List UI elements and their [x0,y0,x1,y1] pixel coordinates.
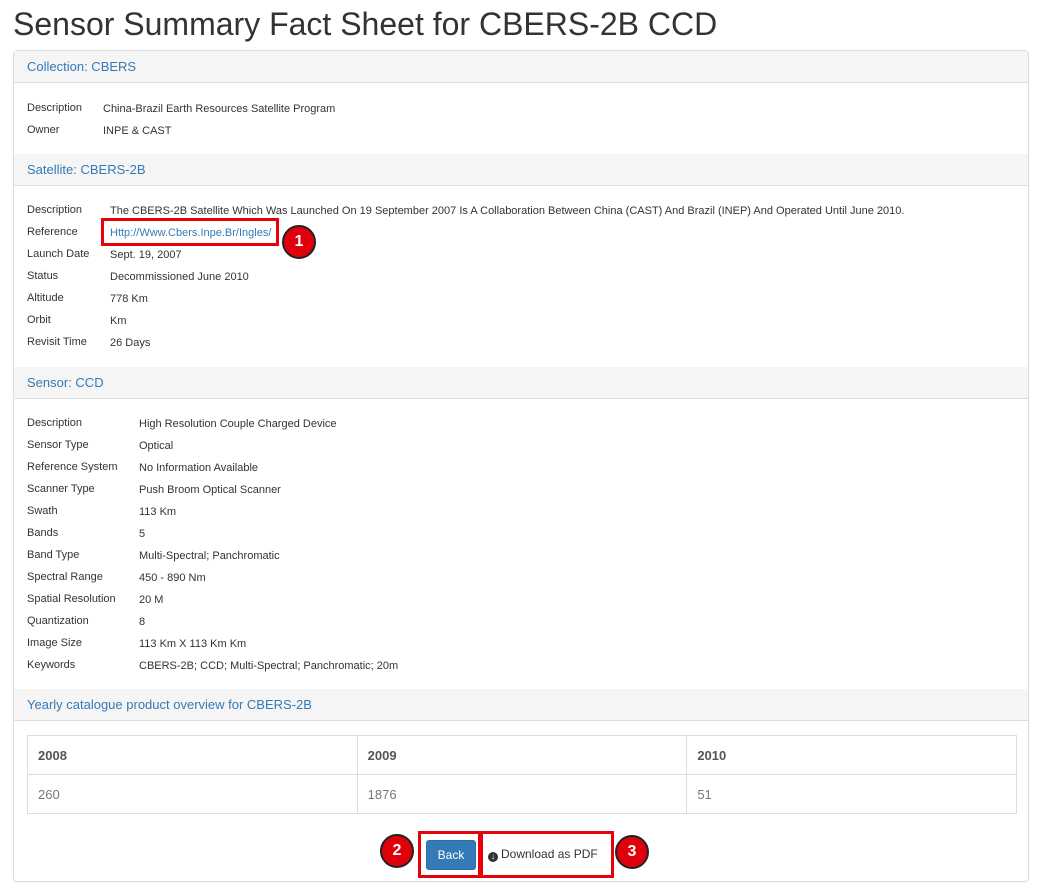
fact-sheet-panel: Collection: CBERS Description China-Braz… [13,50,1029,882]
row-value: 113 Km X 113 Km Km [139,638,247,650]
row-label: Swath [27,505,58,517]
table-header-cell: 2008 [27,735,358,775]
row-label: Band Type [27,549,80,561]
row-value: INPE & CAST [103,125,172,137]
row-label: Spectral Range [27,571,103,583]
row-label: Status [27,270,59,282]
yearly-overview-heading: Yearly catalogue product overview for CB… [14,689,1028,721]
page-title: Sensor Summary Fact Sheet for CBERS-2B C… [13,6,718,42]
row-value: China-Brazil Earth Resources Satellite P… [103,103,336,115]
row-value: Km [110,315,127,327]
row-value: 20 M [139,594,164,606]
row-label: Reference System [27,461,118,473]
row-label: Altitude [27,292,64,304]
row-label: Scanner Type [27,483,95,495]
row-value: High Resolution Couple Charged Device [139,418,337,430]
row-value: Decommissioned June 2010 [110,271,249,283]
row-value: Multi-Spectral; Panchromatic [139,550,280,562]
satellite-heading: Satellite: CBERS-2B [14,154,1028,186]
collection-heading: Collection: CBERS [14,51,1028,83]
row-label: Owner [27,124,60,136]
row-label: Image Size [27,637,83,649]
row-label: Bands [27,527,59,539]
row-label: Keywords [27,659,76,671]
row-label: Spatial Resolution [27,593,116,605]
table-cell: 260 [27,774,358,814]
row-value: 5 [139,528,146,540]
row-label: Description [27,417,83,429]
annotation-box-back [418,831,481,878]
sensor-heading: Sensor: CCD [14,367,1028,399]
row-value: CBERS-2B; CCD; Multi-Spectral; Panchroma… [139,660,399,672]
row-label: Description [27,204,83,216]
row-label: Reference [27,226,78,238]
table-header-cell: 2009 [356,735,688,775]
row-value: 8 [139,616,146,628]
yearly-overview-table: 2008 2009 2010 260 1876 51 [27,735,1017,814]
row-label: Revisit Time [27,336,87,348]
annotation-badge-3: 3 [615,835,649,869]
table-row: 260 1876 51 [27,774,1017,814]
row-value: 113 Km [139,506,177,518]
row-value: Push Broom Optical Scanner [139,484,281,496]
annotation-badge-1: 1 [282,225,316,259]
row-value: The CBERS-2B Satellite Which Was Launche… [110,205,905,217]
row-label: Quantization [27,615,89,627]
table-header-cell: 2010 [686,735,1017,775]
row-value: Sept. 19, 2007 [110,249,182,261]
row-value: 450 - 890 Nm [139,572,206,584]
row-label: Orbit [27,314,51,326]
table-header-row: 2008 2009 2010 [27,735,1017,775]
annotation-badge-2: 2 [380,834,414,868]
row-value: No Information Available [139,462,259,474]
annotation-box-reference [101,218,279,246]
row-value: 26 Days [110,337,151,349]
table-cell: 1876 [356,774,688,814]
row-label: Sensor Type [27,439,89,451]
row-label: Launch Date [27,248,90,260]
table-cell: 51 [686,774,1017,814]
row-value: Optical [139,440,174,452]
row-label: Description [27,102,83,114]
row-value: 778 Km [110,293,148,305]
annotation-box-download [480,831,614,878]
